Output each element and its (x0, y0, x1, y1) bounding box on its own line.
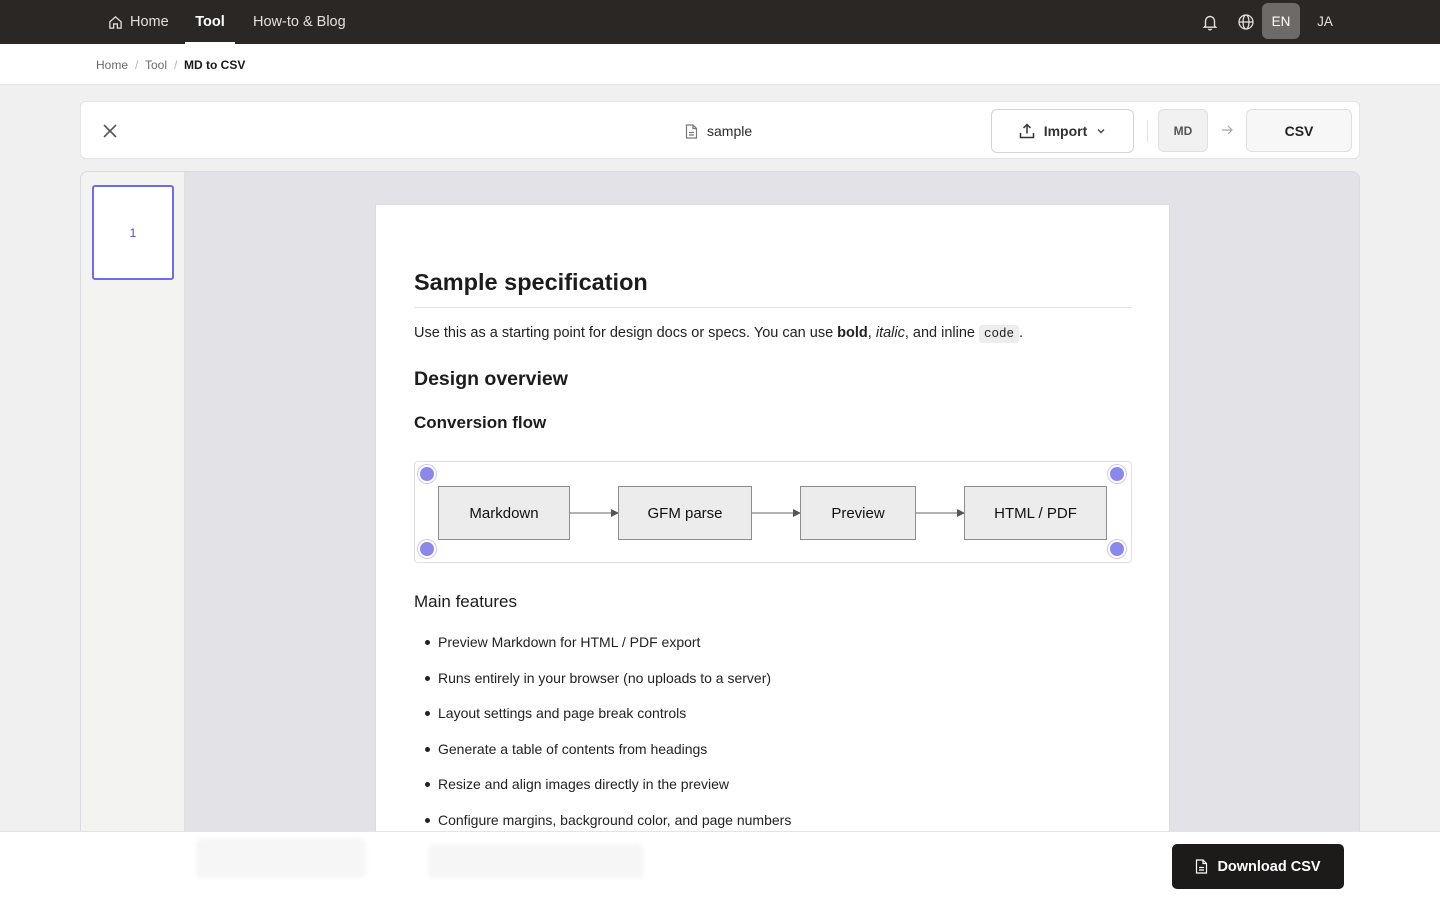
list-item: Layout settings and page break controls (414, 704, 791, 740)
intro-paragraph: Use this as a starting point for design … (414, 325, 1024, 343)
download-csv-label: Download CSV (1217, 858, 1321, 875)
nav-blog-label: How-to & Blog (253, 14, 346, 30)
file-icon (685, 123, 698, 139)
bottom-action-bar: Download CSV (0, 831, 1440, 900)
source-format-button[interactable]: MD (1158, 109, 1208, 152)
heading-conversion-flow: Conversion flow (414, 413, 547, 432)
flow-node-markdown: Markdown (438, 486, 570, 540)
globe-icon (1238, 14, 1254, 30)
lang-ja-button[interactable]: JA (1306, 3, 1344, 39)
file-name-label: sample (707, 123, 753, 139)
close-button[interactable] (99, 120, 121, 142)
target-format-button[interactable]: CSV (1246, 109, 1352, 152)
breadcrumb-tool[interactable]: Tool (145, 44, 167, 85)
breadcrumb: Home / Tool / MD to CSV (0, 44, 1440, 85)
list-item: Generate a table of contents from headin… (414, 740, 791, 776)
intro-comma: , (867, 325, 876, 341)
nav-home-link[interactable]: Home (108, 0, 169, 44)
import-button[interactable]: Import (991, 109, 1134, 153)
intro-and-inline: , and inline (904, 325, 980, 341)
page-thumbnails: 1 (81, 172, 185, 850)
flow-node-gfm-parse: GFM parse (618, 486, 752, 540)
list-item: Preview Markdown for HTML / PDF export (414, 633, 791, 669)
nav-home-label: Home (130, 14, 169, 30)
preview-panel: 1 Sample specification Use this as a sta… (80, 171, 1360, 851)
lang-en-button[interactable]: EN (1262, 3, 1300, 39)
breadcrumb-separator: / (174, 57, 178, 72)
list-item: Resize and align images directly in the … (414, 775, 791, 811)
resize-handle-top-left[interactable] (418, 465, 436, 483)
title-divider (414, 307, 1132, 308)
file-name: sample (685, 102, 752, 160)
intro-code: code (979, 325, 1020, 343)
heading-design-overview: Design overview (414, 368, 568, 390)
toolbar-divider (1147, 120, 1148, 142)
notifications-button[interactable] (1200, 12, 1220, 32)
breadcrumb-separator: / (135, 57, 139, 72)
features-list: Preview Markdown for HTML / PDF export R… (414, 633, 791, 846)
download-csv-button[interactable]: Download CSV (1172, 844, 1344, 889)
home-icon (109, 15, 122, 29)
arrow-right-icon (1220, 123, 1234, 137)
close-icon (103, 124, 117, 138)
list-item: Runs entirely in your browser (no upload… (414, 669, 791, 705)
nav-tool-label: Tool (195, 14, 225, 30)
ghost-placeholder (196, 838, 366, 878)
resize-handle-bottom-left[interactable] (418, 540, 436, 558)
top-navigation: Home Tool How-to & Blog EN JA (0, 0, 1440, 44)
page-thumbnail[interactable]: 1 (92, 185, 174, 280)
breadcrumb-home[interactable]: Home (96, 44, 128, 85)
file-toolbar: sample Import MD CSV (80, 101, 1360, 159)
resize-handle-top-right[interactable] (1108, 465, 1126, 483)
flow-diagram[interactable]: Markdown GFM parse Preview HTML / PDF (414, 461, 1132, 563)
flow-node-html-pdf: HTML / PDF (964, 486, 1107, 540)
intro-period: . (1019, 325, 1024, 341)
resize-handle-bottom-right[interactable] (1108, 540, 1126, 558)
heading-main-features: Main features (414, 592, 517, 611)
flow-node-preview: Preview (800, 486, 916, 540)
intro-text: Use this as a starting point for design … (414, 325, 838, 341)
document-page: Sample specification Use this as a start… (375, 204, 1170, 850)
breadcrumb-current: MD to CSV (184, 57, 246, 72)
nav-tool-link[interactable]: Tool (185, 0, 235, 44)
intro-bold: bold (837, 325, 868, 341)
upload-icon (1019, 123, 1034, 139)
language-button[interactable] (1236, 12, 1256, 32)
intro-italic: italic (875, 325, 905, 341)
nav-blog-link[interactable]: How-to & Blog (253, 0, 346, 44)
import-label: Import (1043, 123, 1088, 139)
chevron-down-icon (1097, 129, 1105, 134)
ghost-placeholder (428, 844, 644, 878)
document-title: Sample specification (414, 269, 648, 295)
file-icon (1196, 859, 1208, 874)
bell-icon (1202, 15, 1218, 31)
